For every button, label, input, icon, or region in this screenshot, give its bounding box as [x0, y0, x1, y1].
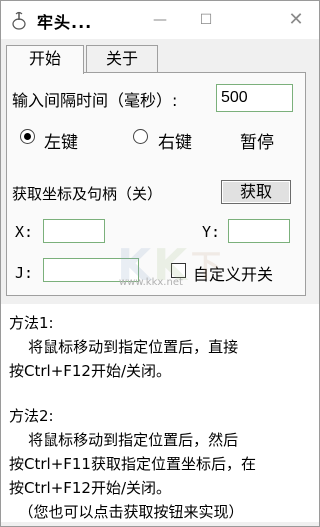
y-label: Y: [202, 223, 221, 241]
capture-label: 获取坐标及句柄（关） [12, 185, 163, 203]
title-bar[interactable]: 牢头... — ☐ ✕ [1, 1, 319, 39]
minimize-icon: — [153, 12, 167, 28]
help-line: （您也可以点击获取按钮来实现） [9, 503, 244, 521]
help-line: 方法1: [9, 314, 54, 332]
tab-start[interactable]: 开始 [6, 45, 84, 74]
tab-about[interactable]: 关于 [86, 45, 158, 73]
right-click-label[interactable]: 右键 [158, 128, 192, 153]
help-line: 将鼠标移动到指定位置后，然后 [9, 431, 239, 449]
radio-selected-dot [24, 133, 31, 140]
app-icon [12, 11, 26, 30]
x-coordinate-input[interactable] [43, 219, 105, 243]
j-label: J: [15, 264, 34, 282]
maximize-button[interactable]: ☐ [183, 1, 229, 39]
minimize-button[interactable]: — [137, 1, 183, 39]
interval-input[interactable] [216, 84, 293, 112]
maximize-icon: ☐ [199, 12, 213, 28]
help-line: 按Ctrl+F12开始/关闭。 [9, 479, 172, 497]
y-coordinate-input[interactable] [228, 219, 290, 243]
help-text-area: 方法1: 将鼠标移动到指定位置后，直接 按Ctrl+F12开始/关闭。 方法2:… [1, 304, 319, 522]
left-click-radio[interactable] [20, 129, 35, 144]
custom-switch-checkbox[interactable] [171, 263, 186, 278]
close-button[interactable]: ✕ [273, 1, 319, 39]
help-line: 按Ctrl+F12开始/关闭。 [9, 362, 172, 380]
interval-label: 输入间隔时间（毫秒）: [12, 91, 178, 110]
start-tab-panel: 输入间隔时间（毫秒）: 左键 右键 暂停 获取坐标及句柄（关） 获取 X: Y:… [6, 72, 306, 296]
capture-button[interactable]: 获取 [221, 180, 291, 204]
help-line: 按Ctrl+F11获取指定位置坐标后，在 [9, 455, 256, 473]
left-click-label[interactable]: 左键 [44, 128, 78, 153]
window-title: 牢头... [37, 13, 93, 32]
help-line: 将鼠标移动到指定位置后，直接 [9, 338, 239, 356]
close-icon: ✕ [288, 9, 304, 30]
custom-switch-label[interactable]: 自定义开关 [193, 261, 273, 285]
app-window: 牢头... — ☐ ✕ 开始 关于 输入间隔时间（毫秒）: 左键 右键 暂停 获… [0, 0, 320, 527]
right-click-radio[interactable] [133, 129, 148, 144]
help-line: 方法2: [9, 407, 54, 425]
watermark-text: www.kkx.net [119, 277, 183, 288]
x-label: X: [15, 223, 34, 241]
pause-label[interactable]: 暂停 [240, 128, 274, 153]
